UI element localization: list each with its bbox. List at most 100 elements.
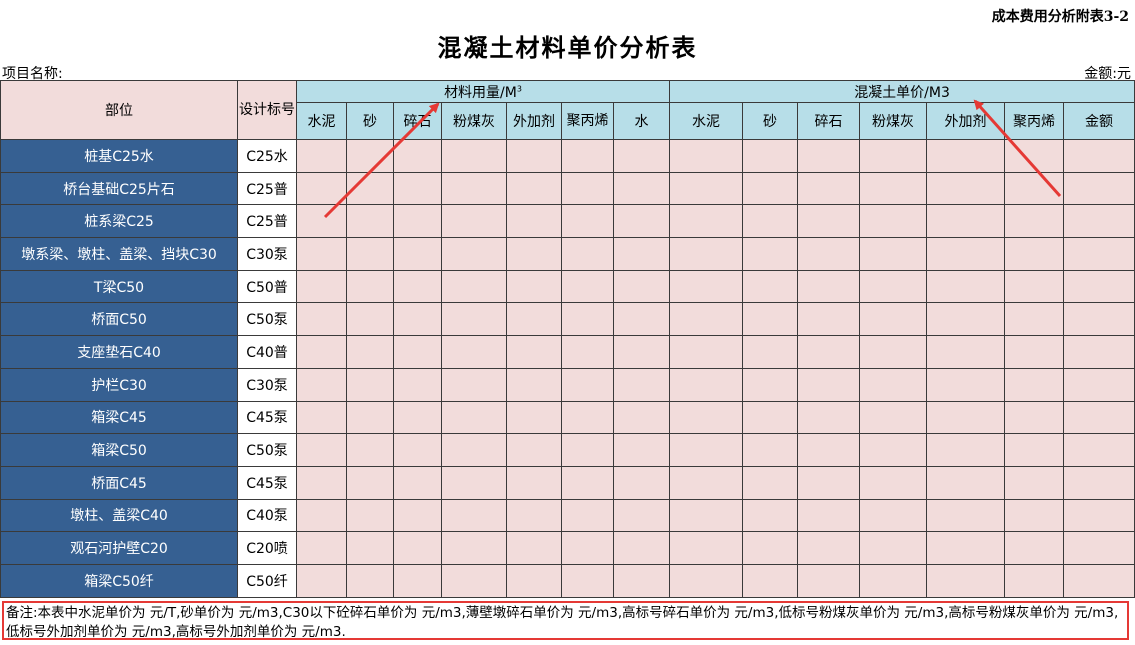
- value-cell[interactable]: [393, 563, 442, 598]
- value-cell[interactable]: [859, 335, 928, 369]
- value-cell[interactable]: [742, 335, 799, 369]
- value-cell[interactable]: [797, 400, 861, 435]
- value-cell[interactable]: [859, 498, 928, 533]
- value-cell[interactable]: [1004, 335, 1065, 369]
- value-cell[interactable]: [1063, 171, 1135, 206]
- value-cell[interactable]: [346, 204, 394, 239]
- value-cell[interactable]: [669, 204, 744, 239]
- value-cell[interactable]: [506, 531, 562, 565]
- value-cell[interactable]: [441, 269, 507, 304]
- part-cell[interactable]: 墩系梁、墩柱、盖梁、挡块C30: [0, 237, 238, 271]
- design-grade-cell[interactable]: C25水: [237, 139, 297, 173]
- value-cell[interactable]: [926, 400, 1006, 435]
- value-cell[interactable]: [926, 563, 1006, 598]
- value-cell[interactable]: [742, 302, 799, 337]
- value-cell[interactable]: [506, 269, 562, 304]
- value-cell[interactable]: [296, 400, 347, 435]
- value-cell[interactable]: [926, 498, 1006, 533]
- value-cell[interactable]: [926, 139, 1006, 173]
- value-cell[interactable]: [506, 465, 562, 500]
- value-cell[interactable]: [393, 400, 442, 435]
- value-cell[interactable]: [612, 498, 671, 533]
- value-cell[interactable]: [441, 498, 507, 533]
- value-cell[interactable]: [393, 302, 442, 337]
- value-cell[interactable]: [742, 139, 799, 173]
- value-cell[interactable]: [1063, 531, 1135, 565]
- value-cell[interactable]: [393, 531, 442, 565]
- value-cell[interactable]: [561, 335, 614, 369]
- value-cell[interactable]: [393, 367, 442, 402]
- value-cell[interactable]: [296, 531, 347, 565]
- value-cell[interactable]: [393, 139, 442, 173]
- value-cell[interactable]: [441, 531, 507, 565]
- value-cell[interactable]: [926, 204, 1006, 239]
- value-cell[interactable]: [1004, 367, 1065, 402]
- value-cell[interactable]: [612, 171, 671, 206]
- value-cell[interactable]: [561, 465, 614, 500]
- value-cell[interactable]: [612, 400, 671, 435]
- value-cell[interactable]: [859, 465, 928, 500]
- value-cell[interactable]: [1063, 139, 1135, 173]
- part-cell[interactable]: 观石河护壁C20: [0, 531, 238, 565]
- value-cell[interactable]: [441, 302, 507, 337]
- value-cell[interactable]: [296, 139, 347, 173]
- part-cell[interactable]: 箱梁C45: [0, 400, 238, 435]
- value-cell[interactable]: [1063, 498, 1135, 533]
- design-grade-cell[interactable]: C40普: [237, 335, 297, 369]
- value-cell[interactable]: [441, 465, 507, 500]
- value-cell[interactable]: [797, 465, 861, 500]
- value-cell[interactable]: [612, 531, 671, 565]
- value-cell[interactable]: [1063, 465, 1135, 500]
- part-cell[interactable]: 箱梁C50纤: [0, 563, 238, 598]
- value-cell[interactable]: [612, 465, 671, 500]
- value-cell[interactable]: [859, 563, 928, 598]
- design-grade-cell[interactable]: C20喷: [237, 531, 297, 565]
- value-cell[interactable]: [742, 171, 799, 206]
- value-cell[interactable]: [393, 237, 442, 271]
- value-cell[interactable]: [506, 204, 562, 239]
- value-cell[interactable]: [561, 498, 614, 533]
- value-cell[interactable]: [742, 204, 799, 239]
- value-cell[interactable]: [1004, 237, 1065, 271]
- value-cell[interactable]: [669, 237, 744, 271]
- value-cell[interactable]: [393, 171, 442, 206]
- value-cell[interactable]: [296, 302, 347, 337]
- value-cell[interactable]: [561, 531, 614, 565]
- value-cell[interactable]: [797, 204, 861, 239]
- value-cell[interactable]: [612, 367, 671, 402]
- value-cell[interactable]: [346, 465, 394, 500]
- value-cell[interactable]: [1063, 433, 1135, 467]
- value-cell[interactable]: [506, 400, 562, 435]
- value-cell[interactable]: [296, 204, 347, 239]
- value-cell[interactable]: [346, 302, 394, 337]
- value-cell[interactable]: [561, 171, 614, 206]
- value-cell[interactable]: [393, 498, 442, 533]
- value-cell[interactable]: [859, 269, 928, 304]
- value-cell[interactable]: [346, 335, 394, 369]
- value-cell[interactable]: [296, 563, 347, 598]
- part-cell[interactable]: 桩系梁C25: [0, 204, 238, 239]
- value-cell[interactable]: [506, 302, 562, 337]
- value-cell[interactable]: [859, 433, 928, 467]
- value-cell[interactable]: [1063, 563, 1135, 598]
- value-cell[interactable]: [612, 269, 671, 304]
- value-cell[interactable]: [1063, 367, 1135, 402]
- value-cell[interactable]: [1004, 171, 1065, 206]
- value-cell[interactable]: [296, 171, 347, 206]
- part-cell[interactable]: 支座垫石C40: [0, 335, 238, 369]
- value-cell[interactable]: [669, 433, 744, 467]
- value-cell[interactable]: [441, 433, 507, 467]
- value-cell[interactable]: [926, 465, 1006, 500]
- value-cell[interactable]: [441, 171, 507, 206]
- value-cell[interactable]: [561, 400, 614, 435]
- part-cell[interactable]: 桥台基础C25片石: [0, 171, 238, 206]
- value-cell[interactable]: [1004, 563, 1065, 598]
- value-cell[interactable]: [441, 237, 507, 271]
- design-grade-cell[interactable]: C50纤: [237, 563, 297, 598]
- value-cell[interactable]: [1063, 269, 1135, 304]
- value-cell[interactable]: [506, 498, 562, 533]
- value-cell[interactable]: [859, 171, 928, 206]
- value-cell[interactable]: [346, 367, 394, 402]
- design-grade-cell[interactable]: C40泵: [237, 498, 297, 533]
- value-cell[interactable]: [393, 204, 442, 239]
